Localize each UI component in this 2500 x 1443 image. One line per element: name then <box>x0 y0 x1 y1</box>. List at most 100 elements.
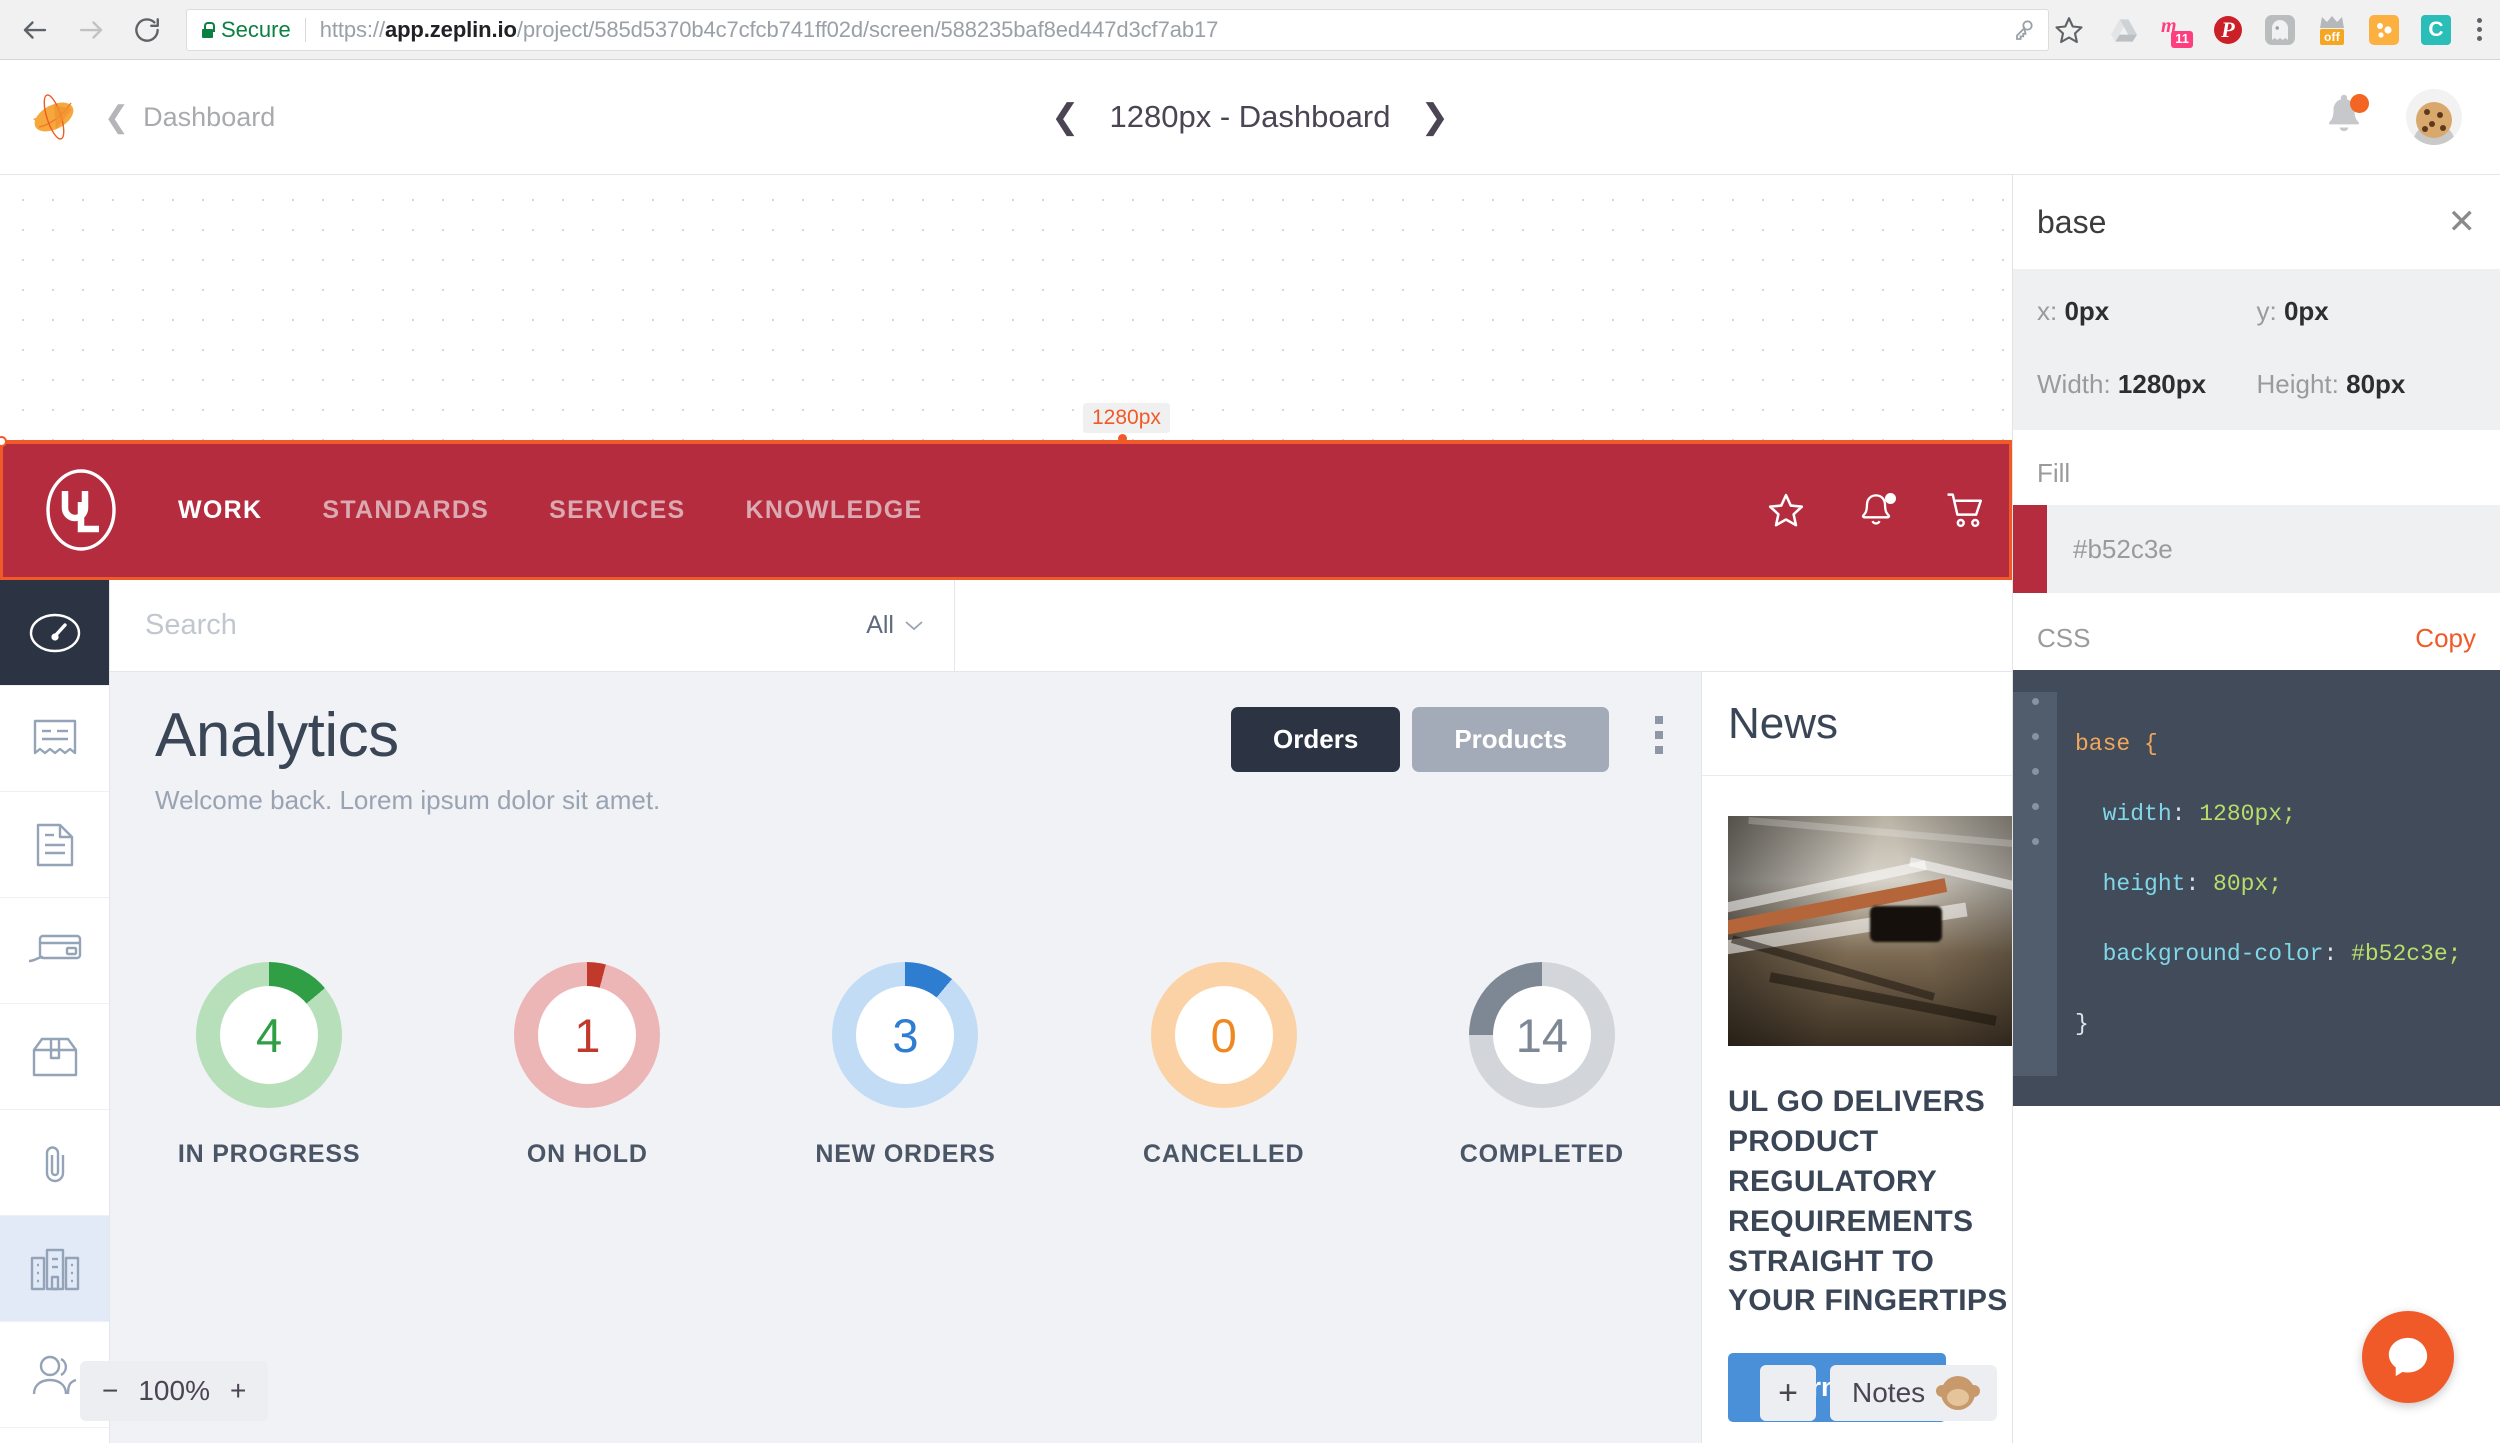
notes-button[interactable]: Notes <box>1830 1365 1998 1421</box>
donut-value: 14 <box>1492 986 1591 1084</box>
fill-hex-value[interactable]: #b52c3e <box>2047 505 2173 593</box>
analytics-title: Analytics <box>155 701 399 770</box>
width-field: Width: 1280px <box>2037 369 2257 400</box>
news-title: News <box>1702 672 2012 776</box>
monkey-face-icon <box>1936 1376 1981 1410</box>
url-scheme: https:// <box>319 16 385 42</box>
x-value[interactable]: 0px <box>2064 296 2109 326</box>
menu-dot <box>2477 36 2482 41</box>
crown-off-extension-icon[interactable]: off <box>2315 13 2349 47</box>
fill-row[interactable]: #b52c3e <box>2013 505 2500 593</box>
search-scope-label: All <box>866 611 894 639</box>
orange-square-extension-icon[interactable] <box>2367 13 2401 47</box>
url-domain: app.zeplin.io <box>384 16 517 42</box>
c-teal-extension-icon[interactable]: C <box>2419 13 2453 47</box>
zoom-in-button[interactable]: + <box>230 1375 246 1407</box>
design-canvas[interactable]: 1280px WORK STANDARDS SERVICES KNOWLEDGE <box>0 175 2012 1443</box>
payment-card-icon <box>27 931 83 971</box>
css-label: CSS <box>2037 623 2091 653</box>
donut-new-orders[interactable]: 3 NEW ORDERS <box>775 962 1035 1169</box>
donut-label: CANCELLED <box>1142 1140 1305 1168</box>
sidebar-item-attachments[interactable] <box>0 1110 109 1216</box>
width-label: Width: <box>2037 369 2111 399</box>
kebab-dot <box>1655 731 1663 739</box>
extension-tray: m 11 P off C <box>2089 13 2469 48</box>
paperclip-icon <box>37 1141 73 1185</box>
sidebar-item-marketplace[interactable] <box>0 1428 109 1443</box>
chevron-down-icon <box>905 621 923 631</box>
donut-chart: 3 <box>832 962 979 1108</box>
bell-icon[interactable] <box>1858 491 1896 529</box>
inspector-header: base ✕ <box>2013 175 2500 270</box>
tab-orders[interactable]: Orders <box>1231 707 1401 772</box>
ghostery-extension-icon[interactable] <box>2263 13 2297 47</box>
zeplin-logo-icon[interactable] <box>26 91 82 143</box>
browser-nav-buttons <box>0 13 164 47</box>
chevron-left-icon: ❮ <box>104 100 130 134</box>
app-header: ❮ Dashboard ❮ 1280px - Dashboard ❯ <box>0 60 2500 175</box>
sidebar-item-companies[interactable] <box>0 1216 109 1322</box>
sidebar-item-payments[interactable] <box>0 898 109 1004</box>
building-icon <box>29 1247 81 1291</box>
gutter-dot <box>2031 838 2039 845</box>
gutter-dot <box>2031 698 2039 705</box>
sidebar-item-dashboard[interactable] <box>0 580 109 686</box>
donut-chart: 4 <box>196 962 343 1108</box>
status-donut-row: 4 IN PROGRESS 1 ON HOLD 3 NEW ORDERS 0 C… <box>110 944 1702 1443</box>
app-sidebar-rail <box>0 580 110 1443</box>
notifications-bell-icon[interactable] <box>2322 94 2369 140</box>
width-value[interactable]: 1280px <box>2118 369 2206 399</box>
nav-item-knowledge[interactable]: KNOWLEDGE <box>746 496 923 525</box>
prev-screen-icon[interactable]: ❮ <box>1051 97 1080 137</box>
google-drive-extension-icon[interactable] <box>2107 13 2141 47</box>
donut-value: 0 <box>1174 986 1273 1084</box>
donut-completed[interactable]: 14 COMPLETED <box>1412 962 1672 1169</box>
news-panel: News UL GO DELIVERS PRODUCT REGULATORY R… <box>1702 672 2012 1443</box>
analytics-overflow-menu-icon[interactable] <box>1655 716 1663 754</box>
donut-in-progress[interactable]: 4 IN PROGRESS <box>139 962 399 1169</box>
height-field: Height: 80px <box>2257 369 2477 400</box>
nav-item-services[interactable]: SERVICES <box>549 496 685 525</box>
lock-icon <box>201 21 215 38</box>
search-scope-dropdown[interactable]: All <box>866 611 924 640</box>
artboard-width-badge: 1280px <box>1083 403 1170 433</box>
copy-button[interactable]: Copy <box>2415 623 2476 654</box>
star-icon[interactable] <box>1766 491 1806 529</box>
gutter-dot <box>2031 803 2039 810</box>
height-value[interactable]: 80px <box>2346 369 2405 399</box>
breadcrumb-label: Dashboard <box>143 101 276 132</box>
add-note-button[interactable]: + <box>1760 1365 1816 1421</box>
donut-label: ON HOLD <box>526 1140 648 1168</box>
search-input[interactable]: Search All <box>110 579 955 672</box>
mailmunch-extension-icon[interactable]: m 11 <box>2159 13 2193 48</box>
nav-item-work[interactable]: WORK <box>178 496 262 525</box>
user-avatar[interactable] <box>2406 89 2462 145</box>
nav-item-standards[interactable]: STANDARDS <box>322 496 489 525</box>
sidebar-item-invoices[interactable] <box>0 686 109 792</box>
next-screen-icon[interactable]: ❯ <box>1420 97 1449 137</box>
mailmunch-badge: 11 <box>2171 31 2193 48</box>
pinterest-extension-icon[interactable]: P <box>2211 13 2245 47</box>
save-password-icon[interactable] <box>2014 19 2034 41</box>
sidebar-item-packages[interactable] <box>0 1004 109 1110</box>
donut-on-hold[interactable]: 1 ON HOLD <box>457 962 717 1169</box>
fill-section-label: Fill <box>2037 458 2071 488</box>
dashboard-gauge-icon <box>29 612 81 654</box>
cart-icon[interactable] <box>1946 491 1986 529</box>
donut-cancelled[interactable]: 0 CANCELLED <box>1094 962 1354 1169</box>
chrome-menu-icon[interactable] <box>2469 18 2500 41</box>
close-icon[interactable]: ✕ <box>2448 205 2477 239</box>
sidebar-item-documents[interactable] <box>0 792 109 898</box>
y-value[interactable]: 0px <box>2284 296 2329 326</box>
zoom-out-button[interactable]: − <box>102 1375 118 1407</box>
breadcrumb[interactable]: ❮ Dashboard <box>104 100 275 135</box>
reload-icon[interactable] <box>130 13 164 47</box>
tab-products[interactable]: Products <box>1412 707 1609 772</box>
ul-logo-icon[interactable] <box>42 467 120 553</box>
address-bar[interactable]: Secure https://app.zeplin.io/project/585… <box>186 8 2049 51</box>
back-arrow-icon[interactable] <box>18 13 52 47</box>
intercom-chat-button[interactable] <box>2362 1311 2454 1403</box>
bookmark-star-icon[interactable] <box>2049 10 2089 50</box>
forward-arrow-icon[interactable] <box>74 13 108 47</box>
css-code-block[interactable]: base { width: 1280px; height: 80px; back… <box>2013 670 2500 1107</box>
